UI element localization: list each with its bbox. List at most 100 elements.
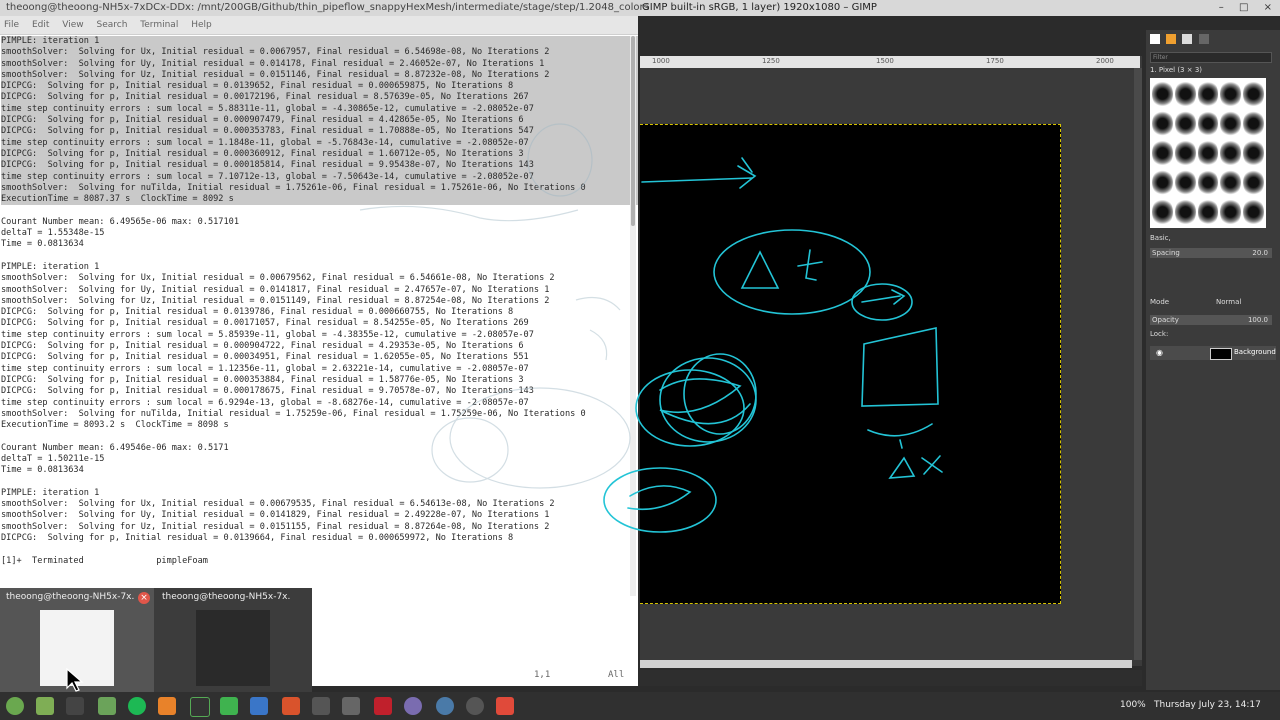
layer-row-background[interactable]: ◉ Background bbox=[1150, 346, 1276, 360]
brush-swatch[interactable] bbox=[1220, 80, 1242, 108]
pattern-tab-icon[interactable] bbox=[1166, 34, 1177, 44]
tex-icon[interactable] bbox=[342, 697, 360, 715]
spreadsheet-icon[interactable] bbox=[220, 697, 238, 715]
brush-swatch[interactable] bbox=[1220, 109, 1242, 138]
font-tab-icon[interactable] bbox=[1182, 34, 1193, 44]
mode-label: Mode bbox=[1150, 298, 1170, 306]
terminal-line: Courant Number mean: 6.49565e-06 max: 0.… bbox=[1, 216, 239, 227]
brush-swatch[interactable] bbox=[1197, 80, 1219, 108]
brush-swatch[interactable] bbox=[1243, 109, 1264, 138]
battery-percent[interactable]: 100% bbox=[1120, 700, 1146, 710]
brush-swatch[interactable] bbox=[1243, 80, 1264, 108]
brush-swatch[interactable] bbox=[1220, 139, 1242, 167]
menu-icon[interactable] bbox=[6, 697, 24, 715]
terminal-line: Time = 0.0813634 bbox=[1, 465, 84, 476]
gradient-tab-icon[interactable] bbox=[1198, 34, 1209, 44]
switcher-label: theoong@theoong-NH5x-7x... bbox=[162, 592, 290, 602]
brush-grid[interactable] bbox=[1150, 78, 1266, 228]
brush-swatch[interactable] bbox=[1152, 168, 1173, 197]
brush-swatch[interactable] bbox=[1220, 198, 1242, 226]
menu-file[interactable]: File bbox=[4, 20, 19, 30]
brush-swatch[interactable] bbox=[1174, 139, 1196, 167]
menu-edit[interactable]: Edit bbox=[32, 20, 49, 30]
document-icon[interactable] bbox=[250, 697, 268, 715]
terminal-line: [1]+ Terminated pimpleFoam bbox=[1, 555, 208, 566]
image-canvas[interactable] bbox=[640, 124, 1061, 604]
layer-name: Background bbox=[1234, 348, 1276, 356]
terminal-line: time step continuity errors : sum local … bbox=[1, 363, 529, 374]
spotify-icon[interactable] bbox=[128, 697, 146, 715]
brush-swatch[interactable] bbox=[1152, 198, 1173, 226]
clock-datetime[interactable]: Thursday July 23, 14:17 bbox=[1154, 700, 1261, 710]
switcher-item-terminal-2[interactable]: theoong@theoong-NH5x-7x... bbox=[156, 588, 310, 692]
screencast-icon[interactable] bbox=[496, 697, 514, 715]
brush-swatch[interactable] bbox=[1174, 168, 1196, 197]
desktop-icon[interactable] bbox=[36, 697, 54, 715]
brush-swatch[interactable] bbox=[1197, 168, 1219, 197]
menu-search[interactable]: Search bbox=[96, 20, 127, 30]
menu-view[interactable]: View bbox=[62, 20, 83, 30]
mendeley-icon[interactable] bbox=[374, 697, 392, 715]
menu-terminal[interactable]: Terminal bbox=[140, 20, 178, 30]
gimp-vertical-scrollbar[interactable] bbox=[1134, 68, 1142, 660]
brush-swatch[interactable] bbox=[1152, 109, 1173, 138]
browser-icon[interactable] bbox=[436, 697, 454, 715]
brush-swatch[interactable] bbox=[1174, 80, 1196, 108]
terminal-line: DICPCG: Solving for p, Initial residual … bbox=[1, 81, 638, 93]
clock-icon[interactable] bbox=[466, 697, 484, 715]
obs-icon[interactable] bbox=[404, 697, 422, 715]
files-icon[interactable] bbox=[98, 697, 116, 715]
switcher-label: theoong@theoong-NH5x-7x... bbox=[6, 592, 134, 602]
terminal-output[interactable]: PIMPLE: iteration 1 smoothSolver: Solving… bbox=[0, 36, 638, 567]
scrollbar-thumb[interactable] bbox=[631, 36, 635, 226]
brush-swatch[interactable] bbox=[1174, 109, 1196, 138]
gimp-icon[interactable] bbox=[312, 697, 330, 715]
mode-select[interactable]: Normal bbox=[1216, 298, 1241, 306]
terminal-line: smoothSolver: Solving for nuTilda, Initi… bbox=[1, 408, 586, 419]
spacing-slider[interactable]: Spacing 20.0 bbox=[1150, 248, 1272, 258]
brush-filter-field[interactable]: Filter bbox=[1150, 52, 1272, 63]
terminal-window[interactable]: File Edit View Search Terminal Help PIMP… bbox=[0, 16, 638, 686]
brush-swatch[interactable] bbox=[1197, 198, 1219, 226]
ruler-tick: 1500 bbox=[876, 57, 894, 65]
brush-swatch[interactable] bbox=[1243, 139, 1264, 167]
brush-swatch[interactable] bbox=[1152, 80, 1173, 108]
close-icon[interactable]: × bbox=[138, 592, 150, 604]
gimp-horizontal-scrollbar[interactable] bbox=[640, 660, 1132, 668]
firefox-icon[interactable] bbox=[158, 697, 176, 715]
scroll-scope: All bbox=[608, 670, 625, 680]
close-button[interactable]: × bbox=[1264, 0, 1272, 16]
terminal-icon[interactable] bbox=[66, 697, 84, 715]
taskbar: 100% Thursday July 23, 14:17 bbox=[0, 692, 1280, 720]
terminal-line: Time = 0.0813634 bbox=[1, 239, 84, 250]
terminal-line: smoothSolver: Solving for Uy, Initial re… bbox=[1, 284, 550, 295]
terminal-line: DICPCG: Solving for p, Initial residual … bbox=[1, 318, 529, 329]
brush-swatch[interactable] bbox=[1220, 168, 1242, 197]
brush-swatch[interactable] bbox=[1174, 198, 1196, 226]
brush-preset[interactable]: Basic, bbox=[1150, 234, 1171, 242]
opacity-slider[interactable]: Opacity 100.0 bbox=[1150, 315, 1272, 325]
brush-swatch[interactable] bbox=[1152, 139, 1173, 167]
terminal-scrollbar[interactable] bbox=[630, 36, 636, 596]
monitor-icon[interactable] bbox=[190, 697, 210, 717]
terminal-line: smoothSolver: Solving for Uy, Initial re… bbox=[1, 510, 550, 521]
horizontal-ruler: 1000 1250 1500 1750 2000 bbox=[640, 56, 1140, 68]
minimize-button[interactable]: – bbox=[1219, 0, 1224, 16]
brush-swatch[interactable] bbox=[1243, 198, 1264, 226]
brush-swatch[interactable] bbox=[1197, 109, 1219, 138]
terminal-line: PIMPLE: iteration 1 bbox=[1, 261, 100, 272]
terminal-line: DICPCG: Solving for p, Initial residual … bbox=[1, 341, 524, 352]
terminal-line: smoothSolver: Solving for Ux, Initial re… bbox=[1, 47, 638, 59]
brush-swatch[interactable] bbox=[1243, 168, 1264, 197]
terminal-line: DICPCG: Solving for p, Initial residual … bbox=[1, 352, 529, 363]
maximize-button[interactable]: □ bbox=[1239, 0, 1248, 16]
presentation-icon[interactable] bbox=[282, 697, 300, 715]
menu-help[interactable]: Help bbox=[191, 20, 212, 30]
gimp-title: GIMP built-in sRGB, 1 layer) 1920x1080 –… bbox=[642, 2, 877, 13]
brush-tab-icon[interactable] bbox=[1150, 34, 1160, 44]
eye-icon[interactable]: ◉ bbox=[1156, 348, 1163, 357]
brush-swatch[interactable] bbox=[1197, 139, 1219, 167]
dock-tabs bbox=[1150, 34, 1209, 46]
